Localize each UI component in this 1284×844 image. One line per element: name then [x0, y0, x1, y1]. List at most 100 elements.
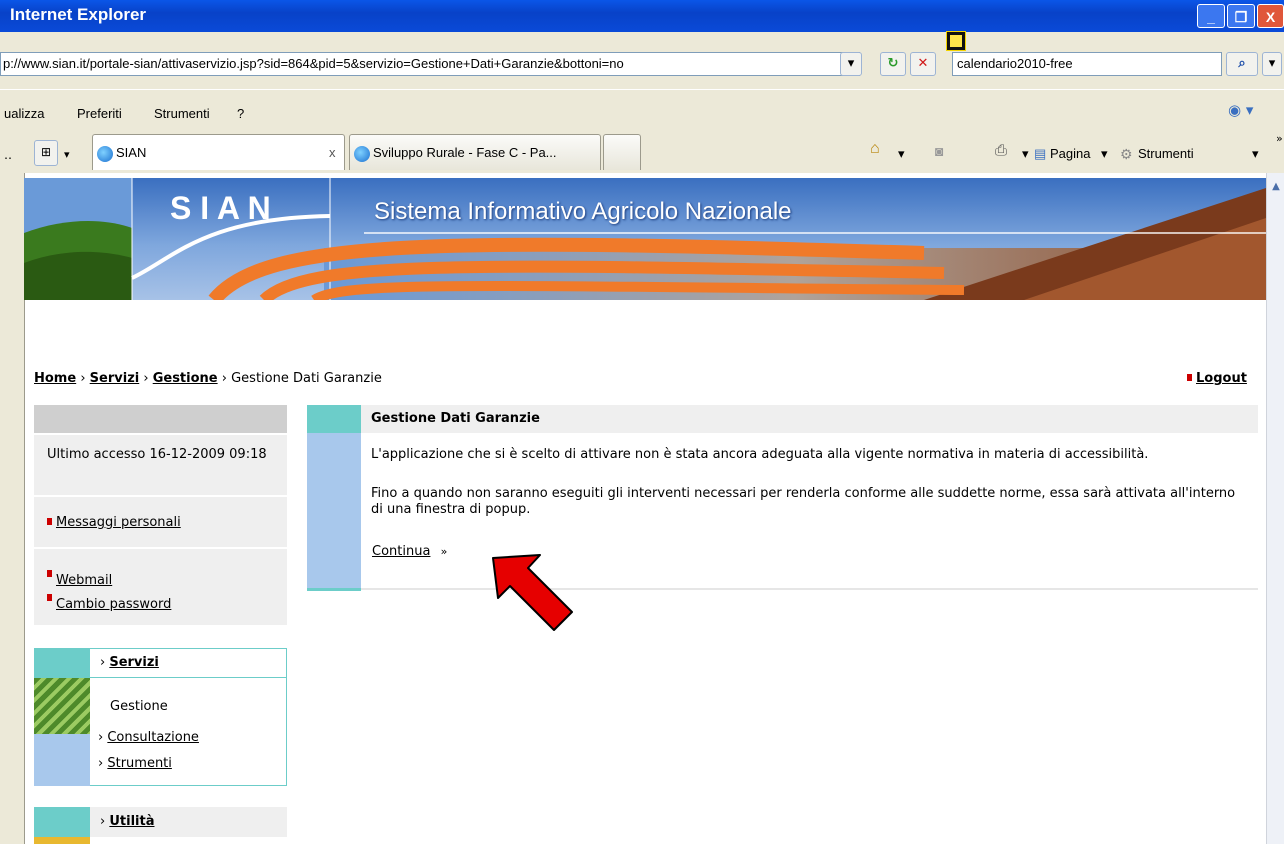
- servizi-divider: [90, 677, 287, 678]
- logout-link[interactable]: Logout: [1196, 371, 1247, 386]
- sticky-note-icon: [946, 31, 966, 51]
- servizi-image: [34, 678, 90, 734]
- chevron-right-icon: ›: [98, 730, 104, 745]
- window-title: Internet Explorer: [10, 5, 147, 24]
- consultazione-link[interactable]: Consultazione: [107, 730, 199, 745]
- search-input[interactable]: calendario2010-free: [952, 52, 1222, 76]
- main-bottom-line: [307, 588, 1258, 590]
- strumenti-link[interactable]: Strumenti: [107, 756, 172, 771]
- tab-overflow-icon[interactable]: ‥: [4, 148, 12, 162]
- menu-help[interactable]: ?: [237, 106, 244, 121]
- change-password-link[interactable]: Cambio password: [56, 597, 171, 612]
- personal-messages-link[interactable]: Messaggi personali: [56, 515, 181, 530]
- chevron-down-icon: ▾: [64, 148, 70, 161]
- tab-sian[interactable]: SIAN x: [92, 134, 345, 170]
- utilita-accent: [34, 807, 90, 837]
- last-access-box: Ultimo accesso 16-12-2009 09:18: [34, 435, 287, 495]
- breadcrumb-gestione[interactable]: Gestione: [153, 371, 218, 386]
- chevron-right-icon: ›: [98, 756, 104, 771]
- quick-tabs-button[interactable]: ⊞: [34, 140, 58, 166]
- address-input[interactable]: p://www.sian.it/portale-sian/attivaservi…: [0, 52, 860, 76]
- refresh-button[interactable]: ↻: [880, 52, 906, 76]
- breadcrumb-separator: ›: [143, 371, 149, 386]
- continue-wrap: Continua »: [372, 544, 447, 559]
- address-dropdown-button[interactable]: ▾: [840, 52, 862, 76]
- main-paragraph-1: L'applicazione che si è scelto di attiva…: [371, 447, 1149, 462]
- main-title-accent: [307, 405, 361, 433]
- page-menu[interactable]: Pagina: [1050, 146, 1090, 161]
- breadcrumb: Home › Servizi › Gestione › Gestione Dat…: [34, 371, 382, 386]
- tools-dropdown[interactable]: ▾: [1252, 146, 1259, 162]
- new-tab-button[interactable]: [603, 134, 641, 170]
- continue-link[interactable]: Continua: [372, 544, 430, 559]
- double-chevron-icon: »: [440, 545, 448, 558]
- messenger-icon[interactable]: ◉ ▾: [1228, 101, 1253, 119]
- main-bottom-accent: [307, 588, 361, 591]
- servizi-current-item: Gestione: [110, 699, 168, 714]
- bullet-icon: [47, 594, 52, 601]
- feeds-icon[interactable]: ◙: [935, 143, 943, 159]
- tab-sviluppo-label: Sviluppo Rurale - Fase C - Pa...: [373, 145, 557, 160]
- logout-link-wrap: Logout: [1187, 371, 1247, 386]
- home-dropdown[interactable]: ▾: [898, 146, 905, 162]
- tab-list-dropdown[interactable]: ▾: [64, 148, 70, 161]
- chevron-right-icon: ›: [100, 814, 106, 829]
- webmail-link[interactable]: Webmail: [56, 573, 112, 588]
- utilita-title-link[interactable]: Utilità: [109, 814, 154, 829]
- banner-subtitle: Sistema Informativo Agricolo Nazionale: [374, 198, 792, 225]
- main-side-bar: [307, 433, 361, 588]
- tab-close-icon[interactable]: x: [329, 135, 336, 170]
- toolbar-overflow-icon[interactable]: »: [1276, 132, 1283, 145]
- print-dropdown[interactable]: ▾: [1022, 146, 1029, 162]
- servizi-item-consultazione: › Consultazione: [98, 730, 199, 745]
- print-icon[interactable]: ⎙: [995, 142, 1007, 159]
- search-options-button[interactable]: ▾: [1262, 52, 1282, 76]
- servizi-accent: [34, 648, 90, 678]
- maximize-button[interactable]: ❐: [1227, 4, 1255, 28]
- breadcrumb-separator: ›: [221, 371, 227, 386]
- utilita-title-wrap: › Utilità: [100, 814, 154, 829]
- scroll-up-arrow-icon[interactable]: ▲: [1268, 181, 1284, 197]
- servizi-title-link[interactable]: Servizi: [109, 655, 159, 670]
- stop-icon: ✕: [917, 56, 929, 71]
- main-paragraph-2: Fino a quando non saranno eseguiti gli i…: [371, 486, 1236, 517]
- page-dropdown[interactable]: ▾: [1101, 146, 1108, 162]
- bullet-icon: [1187, 374, 1192, 381]
- ie-page-icon: [354, 145, 370, 162]
- bullet-icon: [47, 518, 52, 525]
- close-window-button[interactable]: X: [1257, 4, 1284, 28]
- stop-button[interactable]: ✕: [910, 52, 936, 76]
- page-icon: ▤: [1034, 146, 1047, 161]
- red-arrow-annotation: [492, 554, 573, 631]
- minimize-button[interactable]: _: [1197, 4, 1225, 28]
- search-button[interactable]: ⌕: [1226, 52, 1258, 76]
- servizi-side-bar: [34, 734, 90, 786]
- window-title-bar: [0, 0, 1284, 32]
- search-icon: ⌕: [1238, 56, 1246, 71]
- vertical-scrollbar[interactable]: ▲: [1266, 173, 1284, 844]
- personal-messages-box: Messaggi personali: [34, 497, 287, 547]
- grid-icon: ⊞: [40, 145, 52, 159]
- tools-menu[interactable]: Strumenti: [1138, 146, 1194, 161]
- menu-strumenti[interactable]: Strumenti: [154, 106, 210, 121]
- last-access-text: Ultimo accesso 16-12-2009 09:18: [47, 447, 267, 462]
- breadcrumb-servizi[interactable]: Servizi: [90, 371, 140, 386]
- tab-sviluppo-rurale[interactable]: Sviluppo Rurale - Fase C - Pa...: [349, 134, 601, 170]
- main-title: Gestione Dati Garanzie: [371, 411, 540, 426]
- servizi-title-wrap: › Servizi: [100, 655, 159, 670]
- chevron-right-icon: ›: [100, 655, 106, 670]
- account-links-box: Webmail Cambio password: [34, 549, 287, 625]
- menu-preferiti[interactable]: Preferiti: [77, 106, 122, 121]
- bullet-icon: [47, 570, 52, 577]
- tab-sian-label: SIAN: [116, 145, 147, 160]
- gear-icon: ⚙: [1120, 146, 1133, 162]
- breadcrumb-home[interactable]: Home: [34, 371, 76, 386]
- refresh-icon: ↻: [887, 56, 899, 71]
- ie-page-icon: [97, 145, 113, 162]
- home-icon[interactable]: ⌂: [870, 140, 880, 158]
- breadcrumb-separator: ›: [80, 371, 86, 386]
- chevron-down-icon: ▾: [1268, 56, 1276, 71]
- sian-logo-text: S I A N: [170, 190, 271, 226]
- sian-banner: S I A N Sistema Informativo Agricolo Naz…: [24, 178, 1266, 300]
- menu-visualizza[interactable]: ualizza: [4, 106, 44, 121]
